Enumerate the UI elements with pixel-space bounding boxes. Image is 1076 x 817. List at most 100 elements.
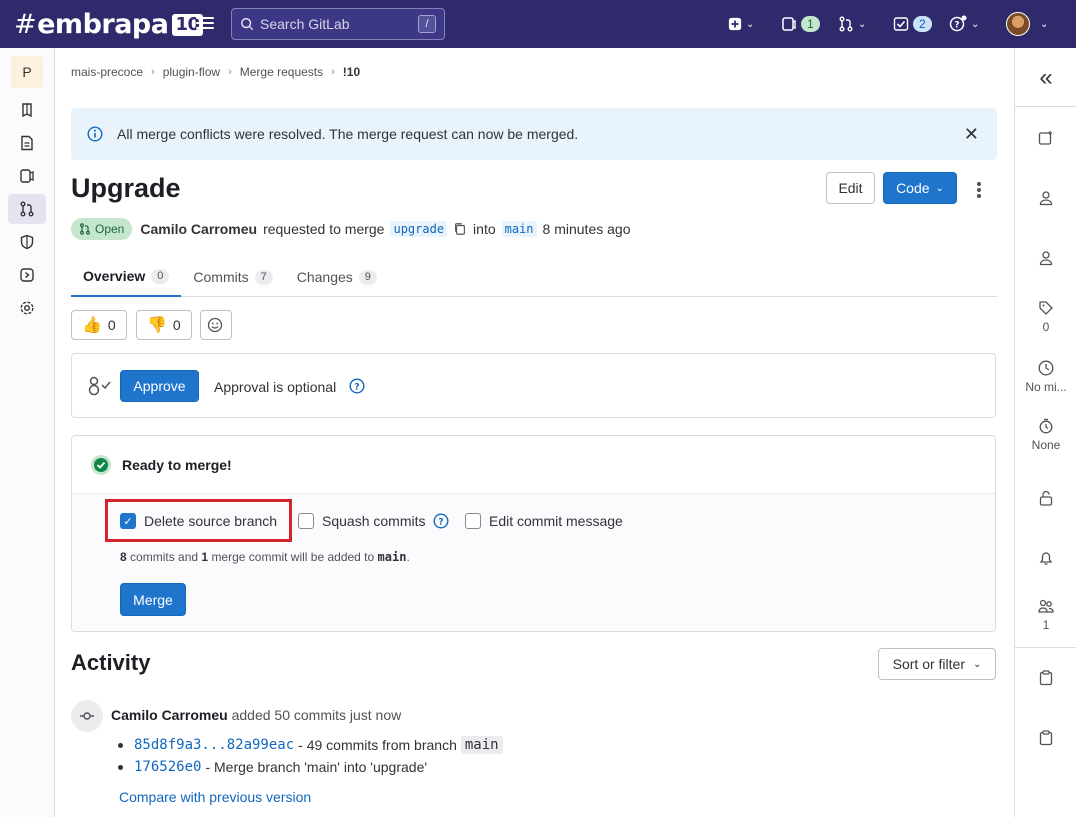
more-actions-icon[interactable] bbox=[977, 180, 985, 200]
chevron-right-icon: › bbox=[331, 66, 335, 78]
approve-button[interactable]: Approve bbox=[120, 370, 199, 402]
notifications-icon[interactable] bbox=[1015, 550, 1076, 566]
approver-icon bbox=[88, 376, 111, 396]
merge-button[interactable]: Merge bbox=[120, 583, 186, 616]
question-icon[interactable]: ? bbox=[433, 513, 449, 529]
add-todo-icon[interactable] bbox=[1015, 130, 1076, 146]
participants-item[interactable]: 1 bbox=[1015, 598, 1076, 632]
breadcrumb-item[interactable]: Merge requests bbox=[240, 65, 323, 79]
todos-button[interactable]: 2 bbox=[893, 12, 932, 36]
help-icon: ? bbox=[949, 15, 967, 32]
svg-text:?: ? bbox=[439, 518, 444, 528]
chevron-right-icon: › bbox=[151, 66, 155, 78]
copy-reference-icon[interactable] bbox=[1015, 670, 1076, 686]
tab-commits[interactable]: Commits 7 bbox=[181, 257, 284, 297]
tab-overview[interactable]: Overview 0 bbox=[71, 257, 182, 297]
gitlab-logo[interactable]: # embrapa 10 bbox=[14, 9, 203, 40]
breadcrumb-item[interactable]: mais-precoce bbox=[71, 65, 143, 79]
question-icon[interactable]: ? bbox=[349, 378, 365, 394]
success-icon bbox=[91, 454, 111, 475]
mr-tabs: Overview 0 Commits 7 Changes 9 bbox=[71, 257, 997, 297]
assignee-icon[interactable] bbox=[1015, 190, 1076, 206]
project-icon[interactable] bbox=[8, 128, 46, 158]
svg-text:?: ? bbox=[354, 383, 359, 393]
breadcrumb-item[interactable]: !10 bbox=[343, 65, 360, 79]
chevron-right-icon: › bbox=[228, 66, 232, 78]
checkbox-icon bbox=[298, 513, 314, 529]
compare-link[interactable]: Compare with previous version bbox=[119, 789, 311, 805]
copy-icon[interactable] bbox=[453, 222, 467, 236]
merge-requests-button[interactable]: ⌄ bbox=[838, 12, 866, 36]
commit-link[interactable]: 176526e0 bbox=[134, 759, 201, 775]
plus-square-icon bbox=[728, 17, 742, 31]
help-button[interactable]: ? ⌄ bbox=[949, 12, 979, 36]
settings-icon[interactable] bbox=[8, 293, 46, 323]
deploy-icon[interactable] bbox=[8, 260, 46, 290]
project-avatar[interactable]: P bbox=[11, 56, 43, 88]
highlight-box bbox=[105, 499, 292, 542]
add-reaction-button[interactable] bbox=[200, 310, 232, 340]
issues-count: 1 bbox=[801, 16, 820, 32]
activity-heading: Activity bbox=[71, 650, 151, 675]
chevron-down-icon: ⌄ bbox=[858, 18, 867, 30]
pinned-icon[interactable] bbox=[8, 95, 46, 125]
status-badge: Open bbox=[71, 218, 133, 240]
info-alert: All merge conflicts were resolved. The m… bbox=[71, 108, 997, 160]
code-button[interactable]: Code ⌄ bbox=[883, 172, 957, 204]
checkbox-icon bbox=[465, 513, 481, 529]
shield-icon[interactable] bbox=[8, 227, 46, 257]
thumbs-up-icon: 👍 bbox=[82, 317, 102, 334]
mr-meta: Open Camilo Carromeu requested to merge … bbox=[71, 218, 630, 240]
lock-icon[interactable] bbox=[1015, 490, 1076, 506]
source-branch[interactable]: upgrade bbox=[390, 221, 448, 237]
list-item: 176526e0 - Merge branch 'main' into 'upg… bbox=[118, 759, 427, 775]
activity-event: Camilo Carromeu added 50 commits just no… bbox=[111, 707, 402, 723]
label-icon bbox=[1039, 301, 1053, 315]
timer-icon bbox=[1039, 418, 1053, 434]
event-author[interactable]: Camilo Carromeu bbox=[111, 707, 228, 723]
merge-request-icon[interactable] bbox=[8, 194, 46, 224]
commit-icon bbox=[71, 700, 103, 732]
create-new-button[interactable]: ⌄ bbox=[728, 12, 754, 36]
into-text: into bbox=[473, 221, 496, 237]
collapse-sidebar-icon[interactable]: « bbox=[1015, 66, 1076, 90]
branch-tag: main bbox=[460, 736, 503, 754]
milestone-item[interactable]: No mi... bbox=[1015, 360, 1076, 394]
copy-email-icon[interactable] bbox=[1015, 730, 1076, 746]
target-branch[interactable]: main bbox=[501, 221, 537, 237]
labels-item[interactable]: 0 bbox=[1015, 300, 1076, 334]
edit-button[interactable]: Edit bbox=[826, 172, 875, 204]
info-icon bbox=[87, 126, 103, 142]
users-icon bbox=[1038, 599, 1054, 613]
chevron-down-icon: ⌄ bbox=[1040, 18, 1049, 30]
squash-commits-checkbox[interactable]: Squash commits ? bbox=[298, 513, 449, 529]
commit-link[interactable]: 85d8f9a3...82a99eac bbox=[134, 737, 294, 753]
close-icon[interactable]: ✕ bbox=[964, 124, 979, 145]
merge-request-icon bbox=[839, 16, 853, 32]
issues-button[interactable]: 1 bbox=[781, 12, 820, 36]
approval-widget: Approve Approval is optional ? bbox=[71, 353, 996, 418]
tab-changes[interactable]: Changes 9 bbox=[285, 257, 389, 297]
edit-commit-message-checkbox[interactable]: Edit commit message bbox=[465, 513, 623, 529]
top-bar: # embrapa 10 Search GitLab / ⌄ 1 ⌄ 2 ? ⌄ ⌄ bbox=[0, 0, 1076, 48]
user-avatar bbox=[1006, 12, 1030, 36]
approval-text: Approval is optional bbox=[214, 379, 337, 395]
todo-icon bbox=[893, 17, 909, 31]
time-tracking-item[interactable]: None bbox=[1015, 418, 1076, 452]
list-item: 85d8f9a3...82a99eac - 49 commits from br… bbox=[118, 736, 503, 754]
timestamp: 8 minutes ago bbox=[542, 221, 631, 237]
search-icon bbox=[241, 18, 254, 31]
thumbs-down-button[interactable]: 👎 0 bbox=[136, 310, 192, 340]
todos-count: 2 bbox=[913, 16, 932, 32]
menu-icon[interactable] bbox=[196, 14, 214, 34]
sort-filter-dropdown[interactable]: Sort or filter ⌄ bbox=[878, 648, 996, 680]
search-input[interactable]: Search GitLab / bbox=[231, 8, 445, 40]
search-shortcut: / bbox=[418, 15, 436, 33]
breadcrumb-item[interactable]: plugin-flow bbox=[163, 65, 220, 79]
author-link[interactable]: Camilo Carromeu bbox=[140, 221, 257, 237]
right-sidebar: « 0 No mi... None 1 bbox=[1014, 48, 1076, 817]
thumbs-up-button[interactable]: 👍 0 bbox=[71, 310, 127, 340]
user-menu-button[interactable]: ⌄ bbox=[1006, 12, 1048, 36]
code-icon[interactable] bbox=[8, 161, 46, 191]
reviewer-icon[interactable] bbox=[1015, 250, 1076, 266]
